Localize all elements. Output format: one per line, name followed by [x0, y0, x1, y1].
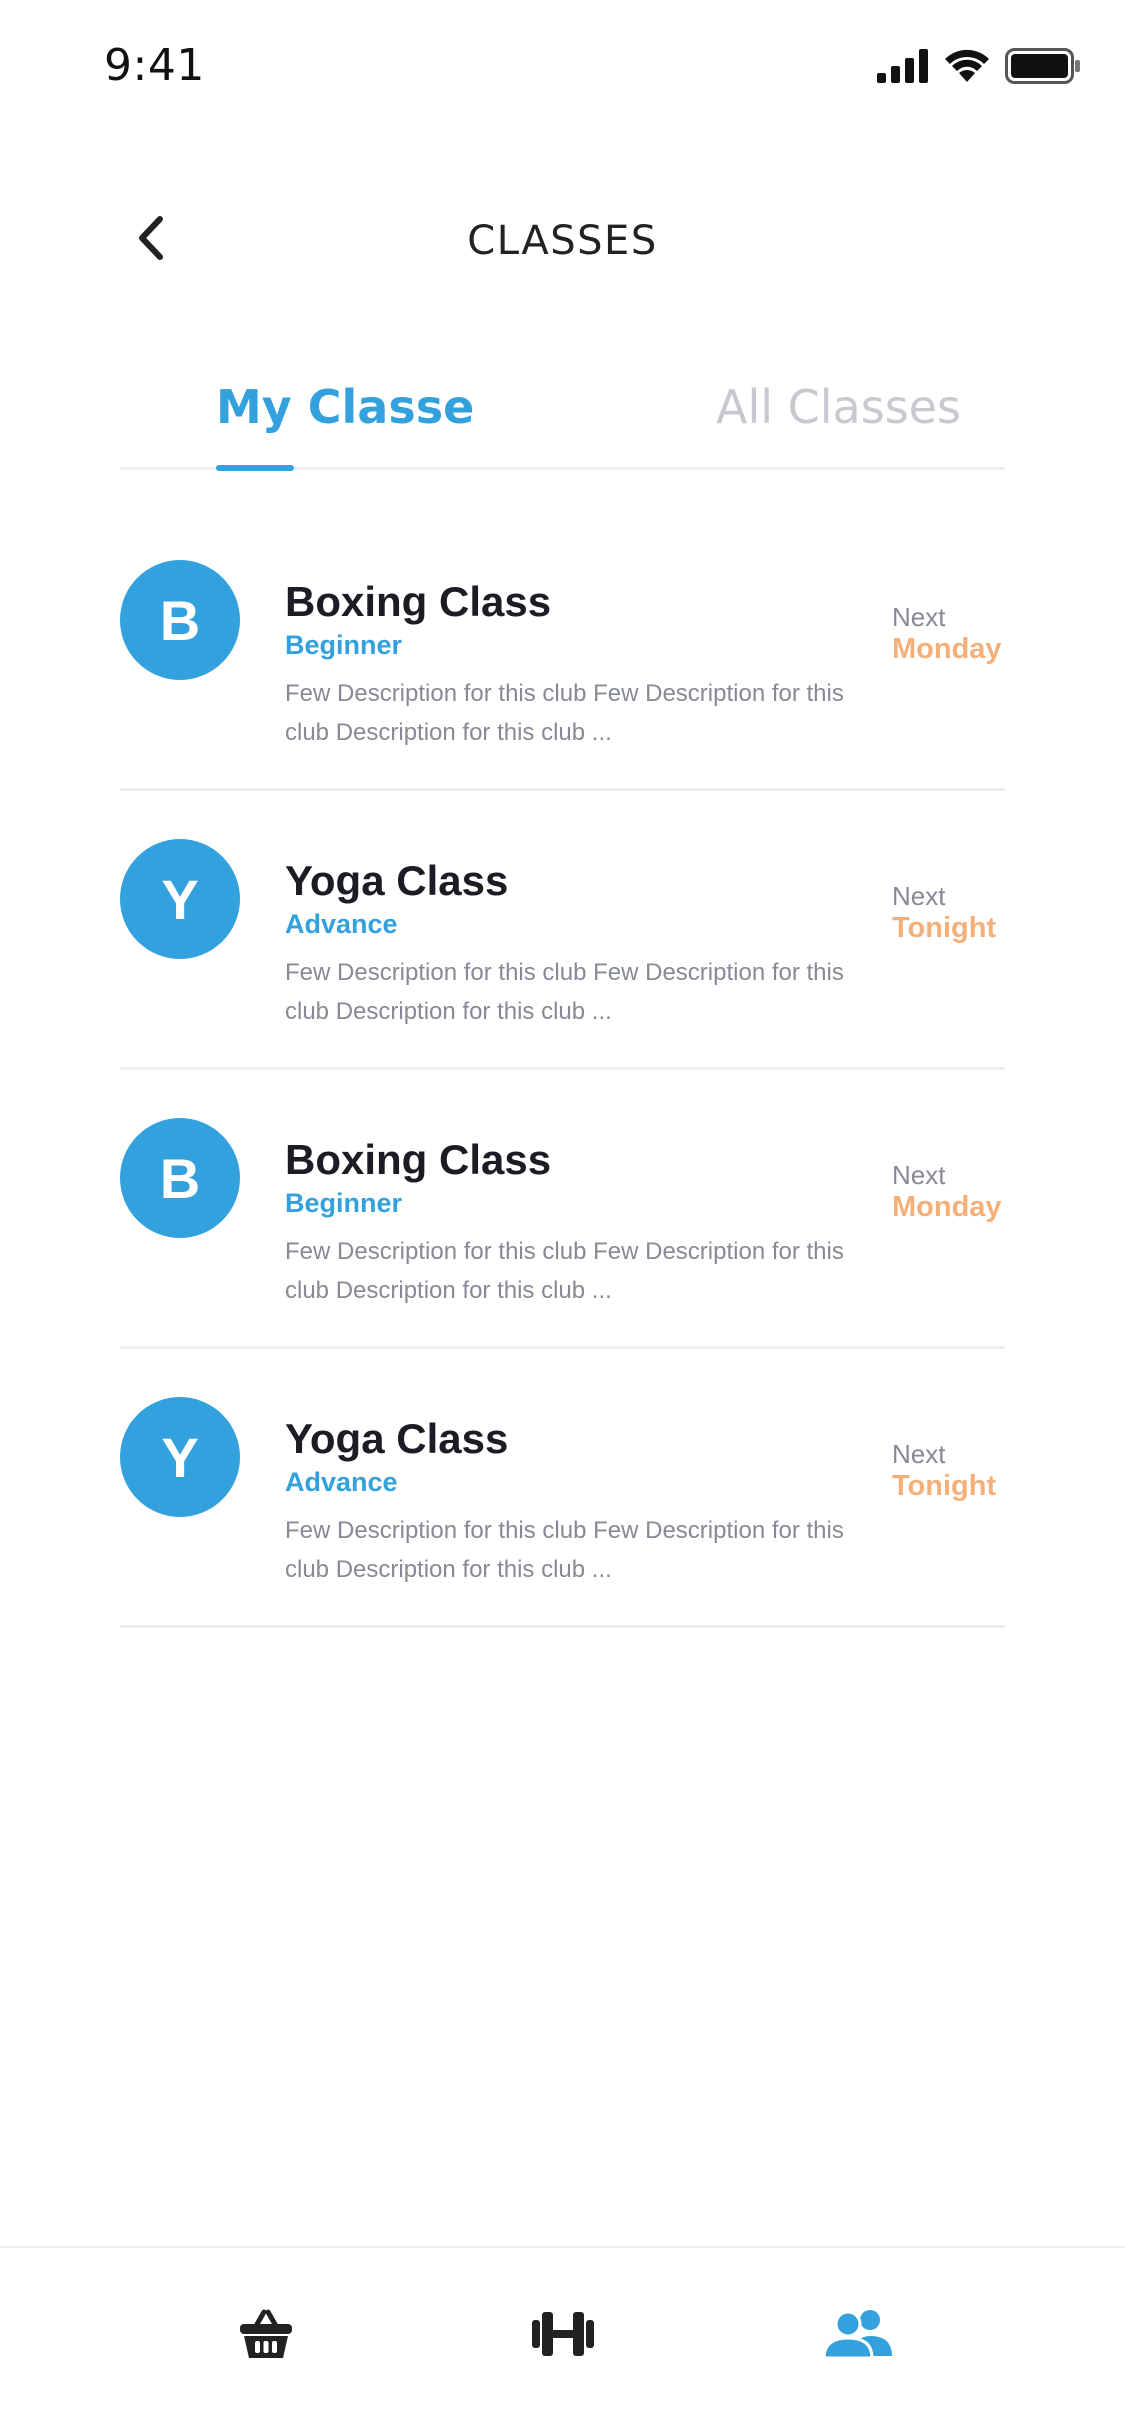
class-name: Yoga Class — [285, 857, 509, 904]
nav-shop-button[interactable] — [226, 2296, 306, 2376]
class-list-item[interactable]: Y Yoga Class Advance Few Description for… — [120, 1349, 1005, 1628]
class-level: Beginner — [285, 630, 403, 660]
class-description: Few Description for this club Few Descri… — [285, 1517, 844, 1583]
next-session: Next Tonight — [892, 881, 996, 945]
class-avatar: Y — [120, 839, 240, 959]
class-list: B Boxing Class Beginner Few Description … — [120, 512, 1005, 1628]
class-level: Advance — [285, 1467, 398, 1497]
class-level: Beginner — [285, 1188, 403, 1218]
class-avatar: B — [120, 560, 240, 680]
next-session: Next Monday — [892, 1160, 1002, 1224]
wifi-icon — [943, 48, 991, 89]
next-day: Tonight — [892, 912, 997, 944]
tab-all-classes[interactable]: All Classes — [716, 380, 961, 434]
shopping-basket-icon — [238, 2308, 294, 2365]
class-description: Few Description for this club Few Descri… — [285, 959, 844, 1025]
class-list-item[interactable]: B Boxing Class Beginner Few Description … — [120, 512, 1005, 791]
nav-workout-button[interactable] — [523, 2296, 603, 2376]
next-session: Next Tonight — [892, 1439, 996, 1503]
class-name: Yoga Class — [285, 1415, 509, 1462]
next-label: Next — [892, 602, 946, 632]
status-icons — [877, 48, 1081, 89]
next-session: Next Monday — [892, 602, 1002, 666]
cellular-signal-icon — [877, 49, 929, 88]
next-label: Next — [892, 1439, 946, 1469]
class-list-item[interactable]: Y Yoga Class Advance Few Description for… — [120, 791, 1005, 1070]
nav-classes-button[interactable] — [818, 2296, 898, 2376]
status-bar: 9:41 — [0, 0, 1125, 132]
class-avatar: Y — [120, 1397, 240, 1517]
class-description: Few Description for this club Few Descri… — [285, 1238, 844, 1304]
page-title: CLASSES — [467, 218, 658, 264]
next-day: Monday — [892, 1191, 1002, 1223]
class-level: Advance — [285, 909, 398, 939]
active-tab-indicator — [216, 465, 294, 471]
next-day: Monday — [892, 633, 1002, 665]
tab-bar: My Classe All Classes — [120, 370, 1005, 471]
battery-icon — [1005, 48, 1081, 89]
next-label: Next — [892, 1160, 946, 1190]
status-time: 9:41 — [104, 40, 205, 91]
class-name: Boxing Class — [285, 578, 552, 625]
dumbbell-icon — [531, 2308, 595, 2365]
class-description: Few Description for this club Few Descri… — [285, 680, 844, 746]
header: CLASSES — [0, 190, 1125, 290]
next-day: Tonight — [892, 1470, 997, 1502]
next-label: Next — [892, 881, 946, 911]
bottom-nav — [0, 2246, 1125, 2436]
users-icon — [822, 2308, 894, 2365]
class-name: Boxing Class — [285, 1136, 552, 1183]
class-list-item[interactable]: B Boxing Class Beginner Few Description … — [120, 1070, 1005, 1349]
tab-my-classe[interactable]: My Classe — [216, 380, 474, 434]
class-avatar: B — [120, 1118, 240, 1238]
